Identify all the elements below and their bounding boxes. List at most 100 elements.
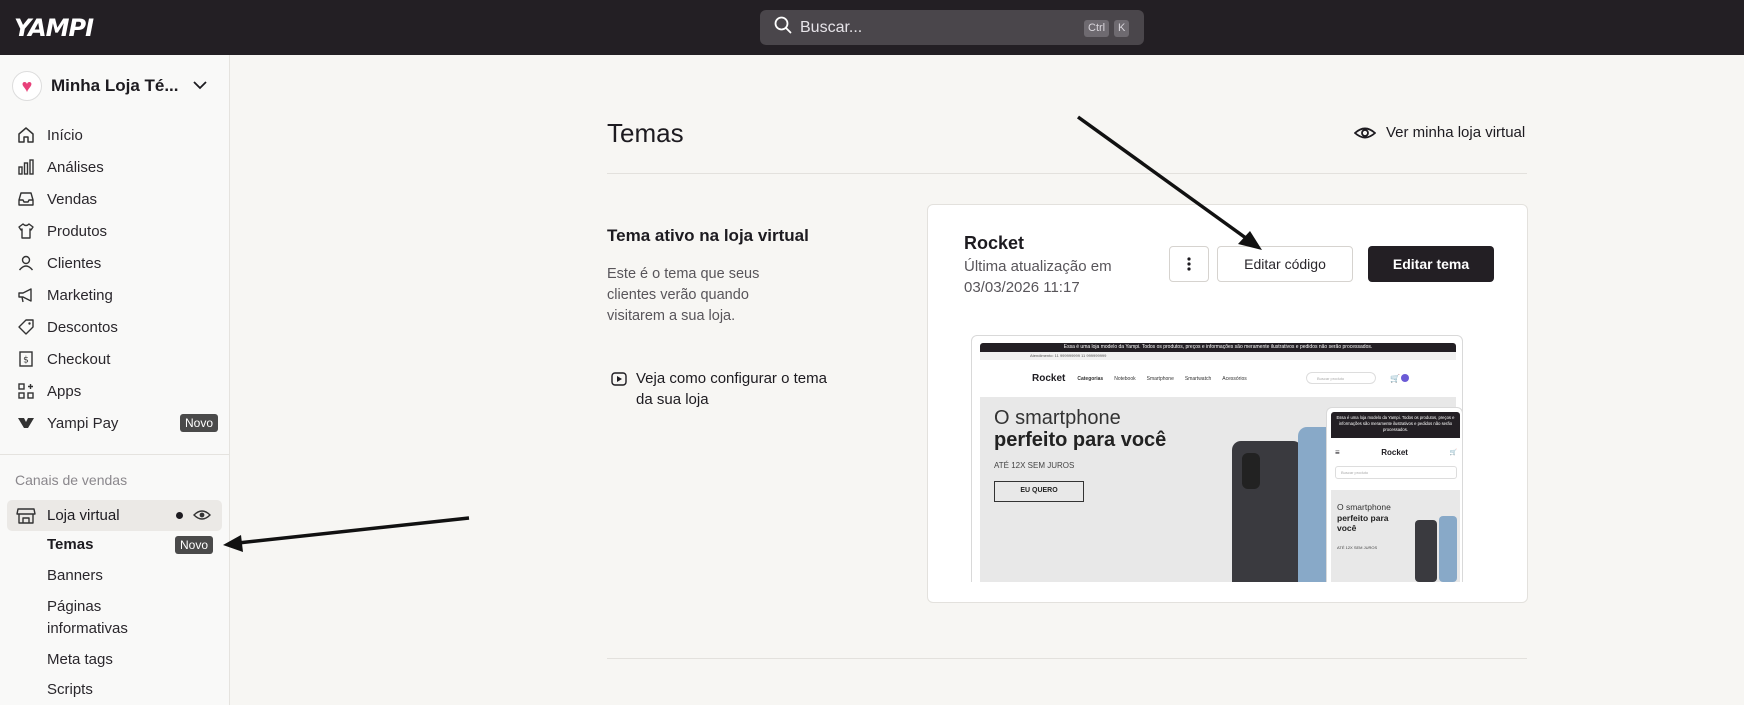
- tag-icon: [16, 317, 36, 337]
- mobile-hero-line2: perfeito para você: [1337, 513, 1389, 533]
- nav-item-loja-virtual[interactable]: Loja virtual: [7, 500, 222, 531]
- store-selector[interactable]: ♥ Minha Loja Té...: [12, 71, 207, 101]
- preview-announcement: Essa é uma loja modelo da Yampi. Todos o…: [980, 343, 1456, 352]
- nav-label: Análises: [47, 158, 104, 176]
- nav-label: Checkout: [47, 350, 111, 368]
- shortcut-key: K: [1114, 20, 1130, 37]
- more-vertical-icon: [1187, 257, 1191, 271]
- preview-nav-item: Smartphone: [1146, 375, 1174, 382]
- yampi-logo[interactable]: YAMPI: [14, 14, 94, 42]
- megaphone-icon: [16, 285, 36, 305]
- edit-theme-button[interactable]: Editar tema: [1368, 246, 1494, 282]
- sub-item-meta-tags[interactable]: Meta tags: [47, 651, 113, 668]
- nav-item-checkout[interactable]: $ Checkout: [16, 343, 216, 375]
- section-title: Tema ativo na loja virtual: [607, 226, 809, 245]
- phone-image: [1232, 441, 1302, 582]
- store-front-icon: [16, 507, 36, 525]
- mobile-hero-line1: O smartphone: [1337, 502, 1391, 512]
- nav-label: Vendas: [47, 190, 98, 208]
- nav-label: Apps: [47, 382, 82, 400]
- help-link-label: Veja como configurar o tema da sua loja: [636, 370, 827, 408]
- nav-item-descontos[interactable]: Descontos: [16, 311, 216, 343]
- store-avatar: ♥: [12, 71, 42, 101]
- nav-item-produtos[interactable]: Produtos: [16, 215, 216, 247]
- preview-nav-item: Acessórios: [1222, 375, 1247, 382]
- nav-label: Marketing: [47, 286, 113, 304]
- status-dot: [176, 512, 183, 519]
- menu-icon: ≡: [1335, 448, 1340, 457]
- search-icon: [774, 16, 792, 39]
- edit-code-button[interactable]: Editar código: [1217, 246, 1353, 282]
- nav-label: Loja virtual: [47, 507, 120, 524]
- preview-hero-line2: perfeito para você: [994, 429, 1167, 451]
- mobile-logo: Rocket: [1381, 448, 1408, 457]
- new-badge: Novo: [179, 414, 218, 432]
- nav-label: Início: [47, 126, 83, 144]
- nav-item-marketing[interactable]: Marketing: [16, 279, 216, 311]
- nav-label: Produtos: [47, 222, 108, 240]
- preview-nav-item: Categorias: [1077, 375, 1104, 382]
- chevron-down-icon: [192, 77, 207, 95]
- receipt-icon: $: [16, 349, 36, 369]
- more-options-button[interactable]: [1169, 246, 1209, 282]
- nav-item-analises[interactable]: Análises: [16, 151, 216, 183]
- new-badge: Novo: [175, 536, 214, 554]
- sales-channels-label: Canais de vendas: [15, 472, 128, 488]
- theme-name: Rocket: [964, 233, 1025, 253]
- nav-item-inicio[interactable]: Início: [16, 119, 216, 151]
- cart-count-badge: [1401, 374, 1409, 382]
- preview-hero-line1: O smartphone: [994, 407, 1121, 429]
- preview-hero-button: EU QUERO: [994, 481, 1084, 502]
- sidebar: ♥ Minha Loja Té... Início Análises Venda…: [0, 55, 230, 705]
- store-name: Minha Loja Té...: [51, 76, 179, 95]
- shortcut-ctrl: Ctrl: [1084, 20, 1110, 37]
- view-store-link[interactable]: Ver minha loja virtual: [1354, 124, 1525, 141]
- sub-item-scripts[interactable]: Scripts: [47, 681, 93, 698]
- svg-text:$: $: [23, 356, 29, 366]
- cart-icon: 🛒: [1449, 450, 1457, 456]
- mobile-hero: O smartphone perfeito para você ATÉ 12X …: [1331, 490, 1460, 582]
- sub-item-banners[interactable]: Banners: [47, 567, 103, 584]
- sidebar-divider: [0, 454, 230, 455]
- user-icon: [16, 253, 36, 273]
- home-icon: [16, 125, 36, 145]
- cart-icon: 🛒: [1390, 374, 1400, 383]
- bar-chart-icon: [16, 157, 36, 177]
- phone-image: [1415, 520, 1437, 582]
- sub-item-paginas[interactable]: Páginas informativas: [47, 596, 157, 640]
- nav-item-apps[interactable]: Apps: [16, 375, 216, 407]
- preview-nav-item: Smartwatch: [1184, 375, 1212, 382]
- yampi-pay-icon: [16, 413, 36, 433]
- video-icon: [611, 371, 627, 410]
- preview-nav: Rocket Categorias Notebook Smartphone Sm…: [1032, 373, 1258, 384]
- camera-module: [1242, 453, 1260, 489]
- page-title: Temas: [607, 118, 684, 148]
- view-store-label: Ver minha loja virtual: [1386, 124, 1526, 141]
- mobile-search: Buscar produto: [1335, 466, 1457, 479]
- top-bar: YAMPI Buscar... Ctrl K: [0, 0, 1744, 55]
- mobile-preview: Essa é uma loja modelo da Yampi. Todos o…: [1326, 407, 1463, 582]
- nav-item-vendas[interactable]: Vendas: [16, 183, 216, 215]
- help-video-link[interactable]: Veja como configurar o tema da sua loja: [611, 368, 831, 410]
- inbox-icon: [16, 189, 36, 209]
- preview-support-bar: Atendimento: 11 999999999 11 999999999: [980, 352, 1456, 360]
- eye-icon[interactable]: [193, 507, 211, 523]
- preview-search: Buscar produto: [1306, 372, 1376, 384]
- active-theme-card: Rocket Última atualização em 03/03/2026 …: [927, 204, 1528, 603]
- section-divider: [607, 658, 1527, 659]
- preview-hero-line3: ATÉ 12X SEM JUROS: [994, 461, 1075, 470]
- eye-icon: [1354, 125, 1376, 141]
- nav-label: Descontos: [47, 318, 118, 336]
- nav-item-clientes[interactable]: Clientes: [16, 247, 216, 279]
- search-placeholder: Buscar...: [800, 18, 863, 36]
- nav-item-yampi-pay[interactable]: Yampi Pay Novo: [16, 407, 218, 439]
- sub-item-temas[interactable]: Temas: [47, 536, 93, 553]
- mobile-announcement: Essa é uma loja modelo da Yampi. Todos o…: [1331, 412, 1460, 438]
- theme-preview: Essa é uma loja modelo da Yampi. Todos o…: [971, 335, 1463, 582]
- arrow-to-temas: [237, 516, 470, 545]
- preview-logo: Rocket: [1032, 373, 1066, 384]
- mobile-header: ≡ Rocket 🛒: [1335, 448, 1457, 457]
- shirt-icon: [16, 221, 36, 241]
- apps-icon: [16, 381, 36, 401]
- search-input[interactable]: Buscar... Ctrl K: [760, 10, 1144, 45]
